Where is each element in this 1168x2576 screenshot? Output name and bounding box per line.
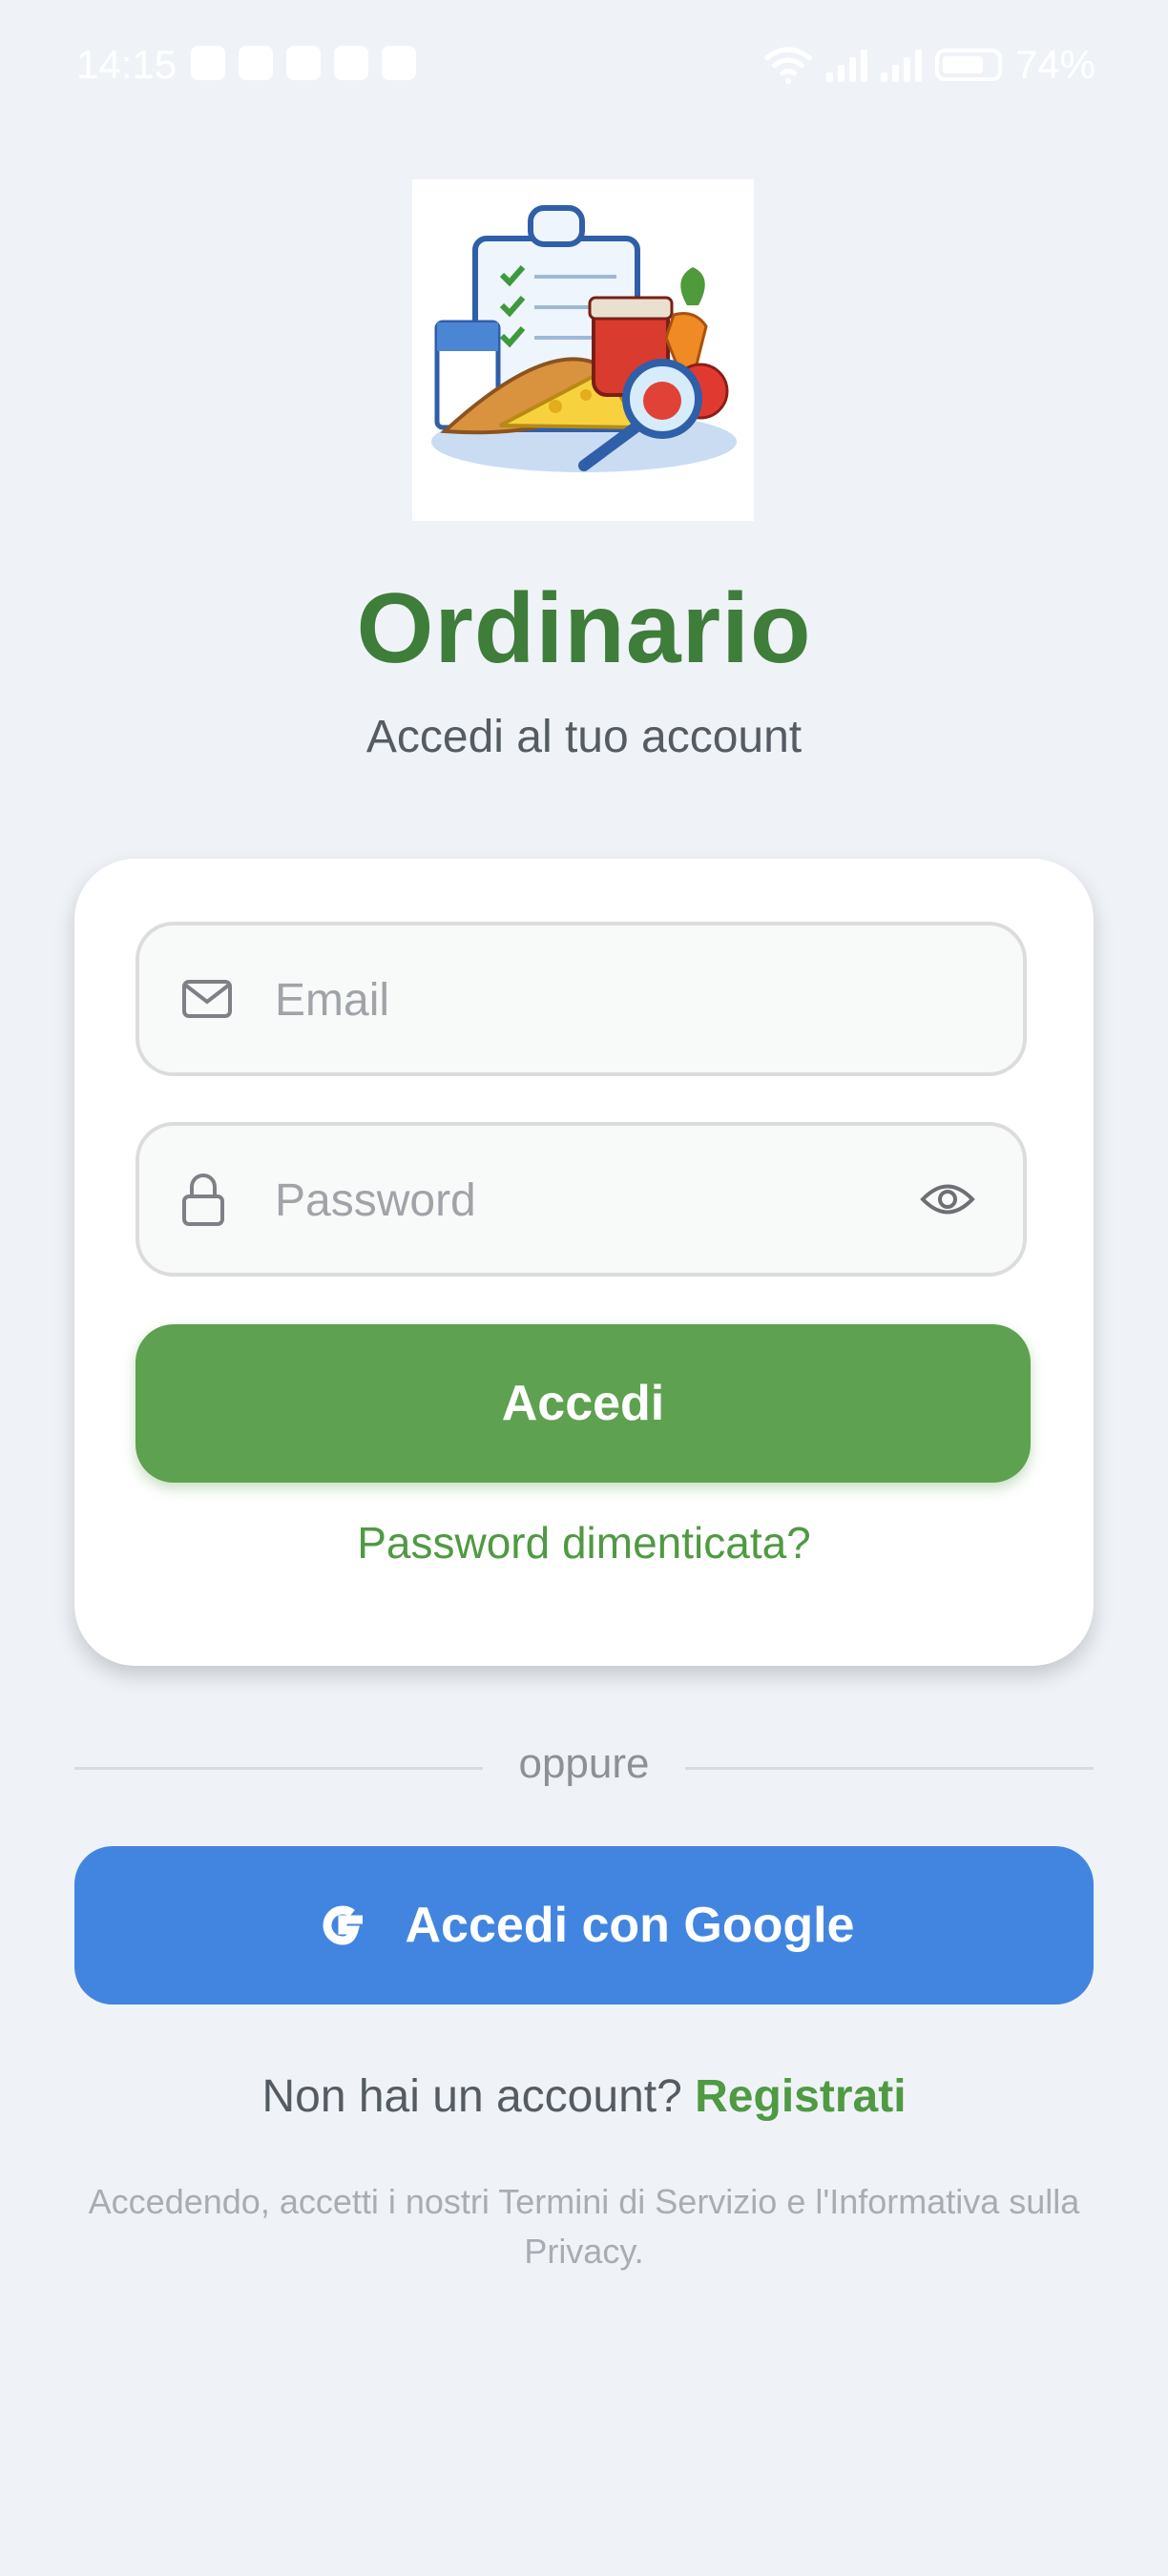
lock-icon (182, 1174, 224, 1226)
app-notification-icon (286, 46, 321, 80)
system-icons: 74% (763, 42, 1095, 88)
signal-icon (880, 48, 922, 82)
status-bar: 14:15 74% (0, 0, 1168, 134)
or-divider: oppure (74, 1738, 1094, 1796)
mail-notification-icon (334, 46, 368, 80)
email-input[interactable] (273, 925, 849, 1074)
vibrate-icon (239, 46, 273, 80)
register-prompt: Non hai un account? Registrati (0, 2070, 1168, 2123)
divider-label: oppure (518, 1740, 650, 1787)
register-prompt-text: Non hai un account? (261, 2071, 682, 2122)
login-button[interactable]: Accedi (136, 1324, 1031, 1483)
login-card: Accedi Password dimenticata? (74, 859, 1094, 1666)
register-link[interactable]: Registrati (695, 2071, 906, 2122)
legal-notice: Accedendo, accetti i nostri Termini di S… (88, 2182, 1080, 2271)
email-field[interactable] (136, 922, 1027, 1076)
app-logo (412, 179, 754, 521)
password-input[interactable] (273, 1126, 849, 1275)
signal-icon (825, 48, 867, 82)
mail-notification-icon (382, 46, 416, 80)
grocery-illustration (431, 205, 737, 472)
google-signin-button[interactable]: Accedi con Google (74, 1846, 1094, 2005)
app-title: Ordinario (356, 573, 812, 684)
page-subtitle: Accedi al tuo account (365, 712, 803, 762)
notification-icons (191, 46, 416, 80)
status-time: 14:15 (76, 42, 177, 87)
eye-icon[interactable] (920, 1181, 975, 1217)
password-field[interactable] (136, 1122, 1027, 1277)
forgot-password-link[interactable]: Password dimenticata? (74, 1517, 1094, 1568)
google-signin-label: Accedi con Google (405, 1898, 855, 1953)
battery-icon (934, 49, 1002, 81)
alarm-icon (191, 46, 225, 80)
battery-level: 74% (1014, 42, 1095, 87)
google-icon (323, 1905, 363, 1945)
mail-icon (182, 980, 232, 1018)
wifi-icon (763, 47, 813, 84)
